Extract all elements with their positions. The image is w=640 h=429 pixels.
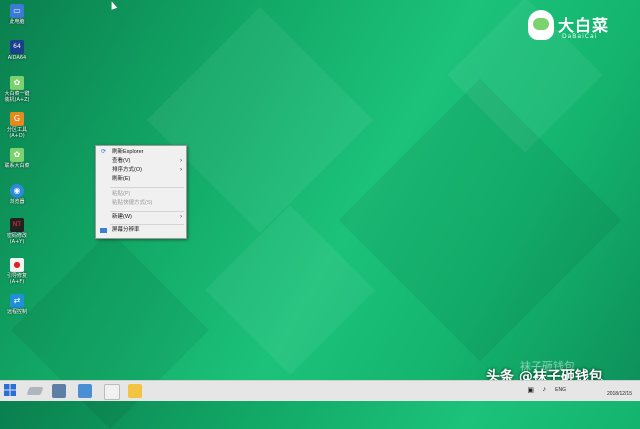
taskbar: ▣ ♪ ENG 2018/12/15 — [0, 380, 640, 401]
submenu-arrow-icon: › — [180, 214, 182, 220]
menu-separator — [110, 224, 184, 225]
desktop-icon-contact-dabaicai[interactable]: ✿ 联系大白菜 — [4, 148, 30, 169]
menu-separator — [110, 187, 184, 188]
menu-item-sort-by[interactable]: 排序方式(O) › — [96, 166, 186, 175]
menu-item-label: 粘贴快捷方式(S) — [112, 200, 153, 206]
menu-item-screen-resolution[interactable]: 屏幕分辨率 — [96, 226, 186, 235]
background-facet — [338, 78, 622, 362]
menu-item-label: 新建(W) — [112, 214, 132, 220]
screen-resolution-icon — [100, 228, 107, 233]
language-indicator[interactable]: ENG — [555, 387, 566, 393]
start-icon — [4, 384, 16, 396]
desktop-icon-aida64[interactable]: 64 AIDA64 — [4, 40, 30, 61]
menu-item-paste: 粘贴(P) — [96, 190, 186, 199]
menu-item-refresh-explorer[interactable]: ⟳ 刷新Explorer — [96, 148, 186, 157]
network-icon[interactable] — [78, 384, 92, 398]
desktop-icon-dabaicai-install[interactable]: ✿ 大白菜一键 装机(A+Z) — [4, 76, 30, 103]
desktop-icon-boot-repair[interactable]: ● 引导修复 (A+F) — [4, 258, 30, 285]
refresh-explorer-icon: ⟳ — [100, 149, 107, 155]
submenu-arrow-icon: › — [180, 158, 182, 164]
desktop-icon-this-pc[interactable]: ▭ 此电脑 — [4, 4, 30, 25]
cabbage-mascot-icon — [528, 10, 554, 40]
submenu-arrow-icon: › — [180, 167, 182, 173]
partition-tool-icon: G — [10, 112, 24, 126]
dabaicai-logo: 大白菜 DaBaiCai — [528, 6, 636, 46]
aida64-icon: 64 — [10, 40, 24, 54]
desktop-icon-label: 分区工具 (A+D) — [6, 127, 27, 139]
menu-item-view[interactable]: 查看(V) › — [96, 157, 186, 166]
menu-item-label: 刷新Explorer — [112, 149, 144, 155]
desktop-icon-label: 引导修复 (A+F) — [6, 273, 27, 285]
dabaicai-install-icon: ✿ — [10, 76, 24, 90]
disk-manager-icon[interactable] — [52, 384, 66, 398]
desktop-icon-label: 远程控制 — [6, 309, 27, 315]
user-icon[interactable] — [104, 384, 120, 400]
desktop-context-menu: ⟳ 刷新Explorer 查看(V) › 排序方式(O) › 刷新(E) 粘贴(… — [95, 145, 187, 239]
menu-item-label: 屏幕分辨率 — [112, 227, 140, 233]
mouse-cursor — [108, 0, 118, 10]
menu-item-label: 粘贴(P) — [112, 191, 131, 197]
network-status-icon[interactable]: ▣ — [527, 386, 534, 394]
menu-item-label: 查看(V) — [112, 158, 131, 164]
file-explorer-icon[interactable] — [128, 384, 142, 398]
start-button[interactable] — [4, 384, 18, 398]
desktop-icon-remote-control[interactable]: ⇄ 远程控制 — [4, 294, 30, 315]
clock-date[interactable]: 2018/12/15 — [607, 391, 632, 397]
pen-tool-icon[interactable] — [26, 387, 44, 395]
browser-icon: ◉ — [10, 184, 24, 198]
desktop-icon-browser[interactable]: ◉ 浏览器 — [4, 184, 30, 205]
menu-separator — [110, 211, 184, 212]
menu-item-refresh[interactable]: 刷新(E) — [96, 175, 186, 184]
desktop-icon-password-change[interactable]: NT 密码修改 (A+Y) — [4, 218, 30, 245]
desktop-icon-label: 此电脑 — [9, 19, 25, 25]
brand-name-en: DaBaiCai — [562, 33, 598, 40]
desktop-icon-partition-tool[interactable]: G 分区工具 (A+D) — [4, 112, 30, 139]
boot-repair-icon: ● — [10, 258, 24, 272]
volume-icon[interactable]: ♪ — [543, 386, 547, 393]
contact-dabaicai-icon: ✿ — [10, 148, 24, 162]
menu-item-paste-shortcut: 粘贴快捷方式(S) — [96, 199, 186, 208]
password-change-icon: NT — [10, 218, 24, 232]
desktop-icon-label: 联系大白菜 — [4, 163, 30, 169]
desktop-icon-label: 大白菜一键 装机(A+Z) — [4, 91, 30, 103]
menu-item-label: 排序方式(O) — [112, 167, 142, 173]
desktop-icon-label: AIDA64 — [7, 55, 27, 61]
menu-item-new[interactable]: 新建(W) › — [96, 213, 186, 222]
desktop-icon-label: 密码修改 (A+Y) — [6, 233, 27, 245]
remote-control-icon: ⇄ — [10, 294, 24, 308]
computer-icon: ▭ — [10, 4, 24, 18]
menu-item-label: 刷新(E) — [112, 176, 131, 182]
desktop-icon-label: 浏览器 — [9, 199, 25, 205]
